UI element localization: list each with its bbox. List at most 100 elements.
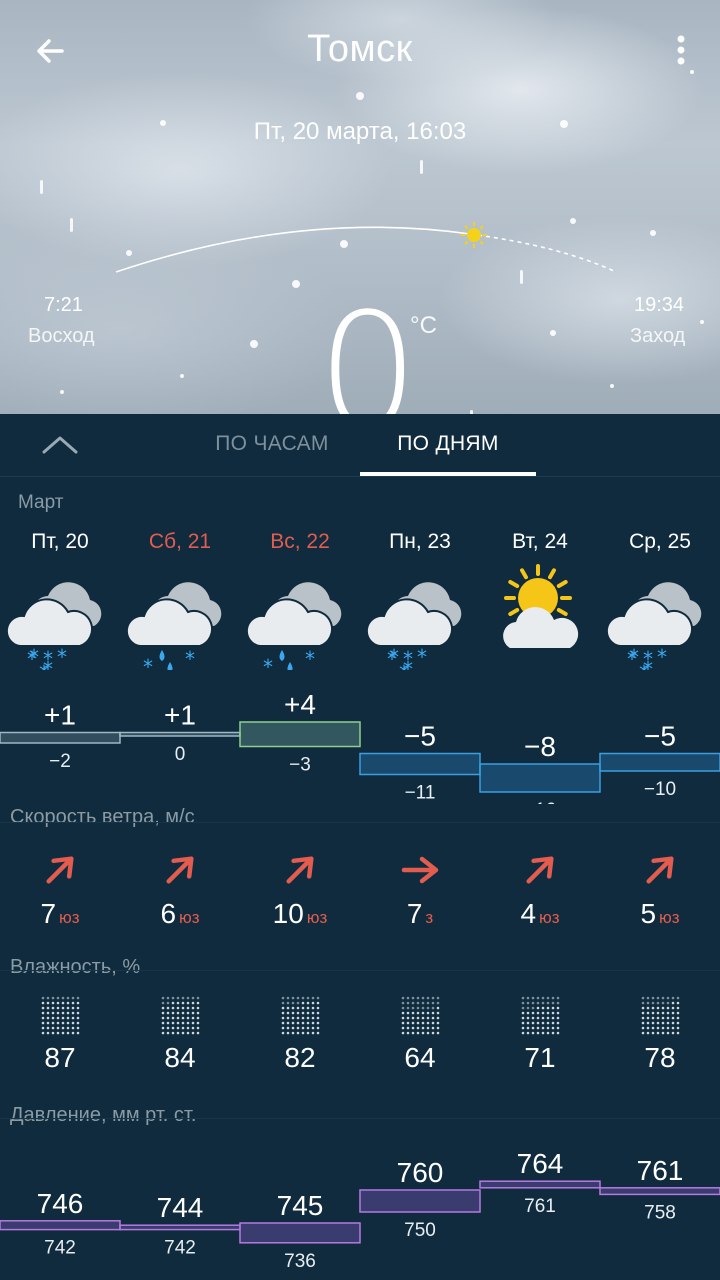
svg-text:*: * [29,645,39,669]
wind-section-divider [0,822,720,823]
day-label[interactable]: Ср, 25 [600,530,720,554]
tabs-divider [0,476,720,477]
svg-text:*: * [263,655,273,670]
wind-value: 7 юз [0,898,120,930]
temp-band-label [119,731,241,737]
pressure-chart: 746 742 744 742 745 736 760 750 764 761 761 758 [0,1148,720,1272]
pressure-high-label: 761 [637,1155,684,1186]
cloud-snow-icon: ****** [0,562,120,685]
wind-speed: 7 [406,898,423,929]
temp-low-label: −16 [524,800,556,804]
wind-direction-arrow-icon [360,850,480,890]
pressure-high-label: 764 [517,1148,564,1179]
pressure-low-label: 736 [284,1251,316,1272]
svg-text:*: * [185,647,195,670]
sun-path-arc [115,222,617,273]
temp-low-label: −3 [289,755,311,776]
snowflake-decoration [650,230,656,236]
wind-value: 5 юз [600,898,720,930]
cloud-sleet-icon: * * [120,562,240,679]
snowflake-decoration [356,92,364,100]
pressure-high-label: 745 [277,1190,324,1221]
snowflake-decoration [610,384,614,388]
wind-direction-arrow-icon [600,850,720,890]
pressure-high-label: 760 [397,1157,444,1188]
pressure-band-label [359,1189,481,1213]
sun-position-icon [461,222,487,248]
pressure-section-divider [0,1118,720,1119]
tab-hourly[interactable]: ПО ЧАСАМ [198,432,346,456]
pressure-low-label: 742 [44,1238,76,1259]
wind-direction: з [425,908,434,927]
temp-band-label [0,731,121,744]
more-vert-icon[interactable] [664,30,698,74]
sun-cloud-icon [480,562,600,670]
wind-value: 6 юз [120,898,240,930]
current-temperature: 0 [317,278,419,415]
wind-value: 4 юз [480,898,600,930]
cloud-snow-icon: ****** [360,562,480,685]
city-title: Томск [307,28,413,70]
temp-high-label: −5 [404,721,436,752]
wind-speed: 6 [160,898,177,929]
day-label[interactable]: Пн, 23 [360,530,480,554]
temp-band-label [359,752,481,776]
humidity-value: 71 [524,1042,556,1073]
cloud-sleet-icon: * * [240,562,360,679]
temp-low-label: −2 [49,751,71,772]
cloud-snow-icon: ****** [600,562,720,685]
humidity-value: 64 [404,1042,436,1073]
pressure-high-label: 746 [37,1188,84,1219]
temp-high-label: +4 [284,689,316,720]
wind-value: 7з [360,898,480,930]
snowflake-decoration [40,180,43,194]
temp-low-label: 0 [175,744,186,765]
pressure-section-title: Давление, мм рт. ст. [10,1104,197,1126]
back-arrow-icon[interactable] [28,30,72,74]
svg-text:*: * [305,647,315,670]
humidity-section-title: Влажность, % [10,956,141,978]
wind-direction: юз [659,908,680,927]
humidity-value: 82 [284,1042,316,1073]
svg-text:*: * [43,657,53,670]
wind-direction: юз [306,908,328,927]
pressure-band-label [599,1187,720,1196]
svg-text:*: * [389,645,399,669]
svg-text:*: * [629,645,639,669]
snowflake-decoration [60,390,64,394]
temp-high-label: +1 [44,700,76,731]
snowflake-decoration [520,270,523,284]
wind-direction: юз [179,908,200,927]
humidity-dots-icon [480,996,600,1036]
sunrise-time: 7:21 [44,294,83,316]
snowflake-decoration [126,250,132,256]
day-label[interactable]: Сб, 21 [120,530,240,554]
day-label[interactable]: Пт, 20 [0,530,120,554]
day-label[interactable]: Вт, 24 [480,530,600,554]
svg-text:*: * [417,645,427,669]
forecast-panel: ПО ЧАСАМ ПО ДНЯМ Март Скорость ветра, м/… [0,414,720,1280]
wind-direction-arrow-icon [120,850,240,890]
humidity-value: 78 [644,1042,676,1073]
pressure-band-label [0,1220,121,1231]
chevron-up-icon[interactable] [38,428,82,464]
snowflake-decoration [70,218,73,232]
svg-text:*: * [143,655,153,670]
day-label[interactable]: Вс, 22 [240,530,360,554]
sky-header: Томск Пт, 20 марта, 16:03 7:21 Восход 19… [0,0,720,414]
sunset-time: 19:34 [634,294,685,316]
temp-high-label: −8 [524,731,556,762]
tab-daily[interactable]: ПО ДНЯМ [360,432,536,456]
snowflake-decoration [570,218,576,224]
wind-direction: юз [59,908,80,927]
wind-value: 10 юз [240,898,360,930]
pressure-high-label: 744 [157,1192,204,1223]
humidity-dots-icon [240,996,360,1036]
pressure-low-label: 742 [164,1238,196,1259]
temperature-unit: °C [410,312,437,339]
svg-text:*: * [657,645,667,669]
svg-text:*: * [643,657,653,670]
snowflake-decoration [292,280,300,288]
temp-low-label: −11 [405,783,436,804]
pressure-band-label [239,1222,361,1244]
